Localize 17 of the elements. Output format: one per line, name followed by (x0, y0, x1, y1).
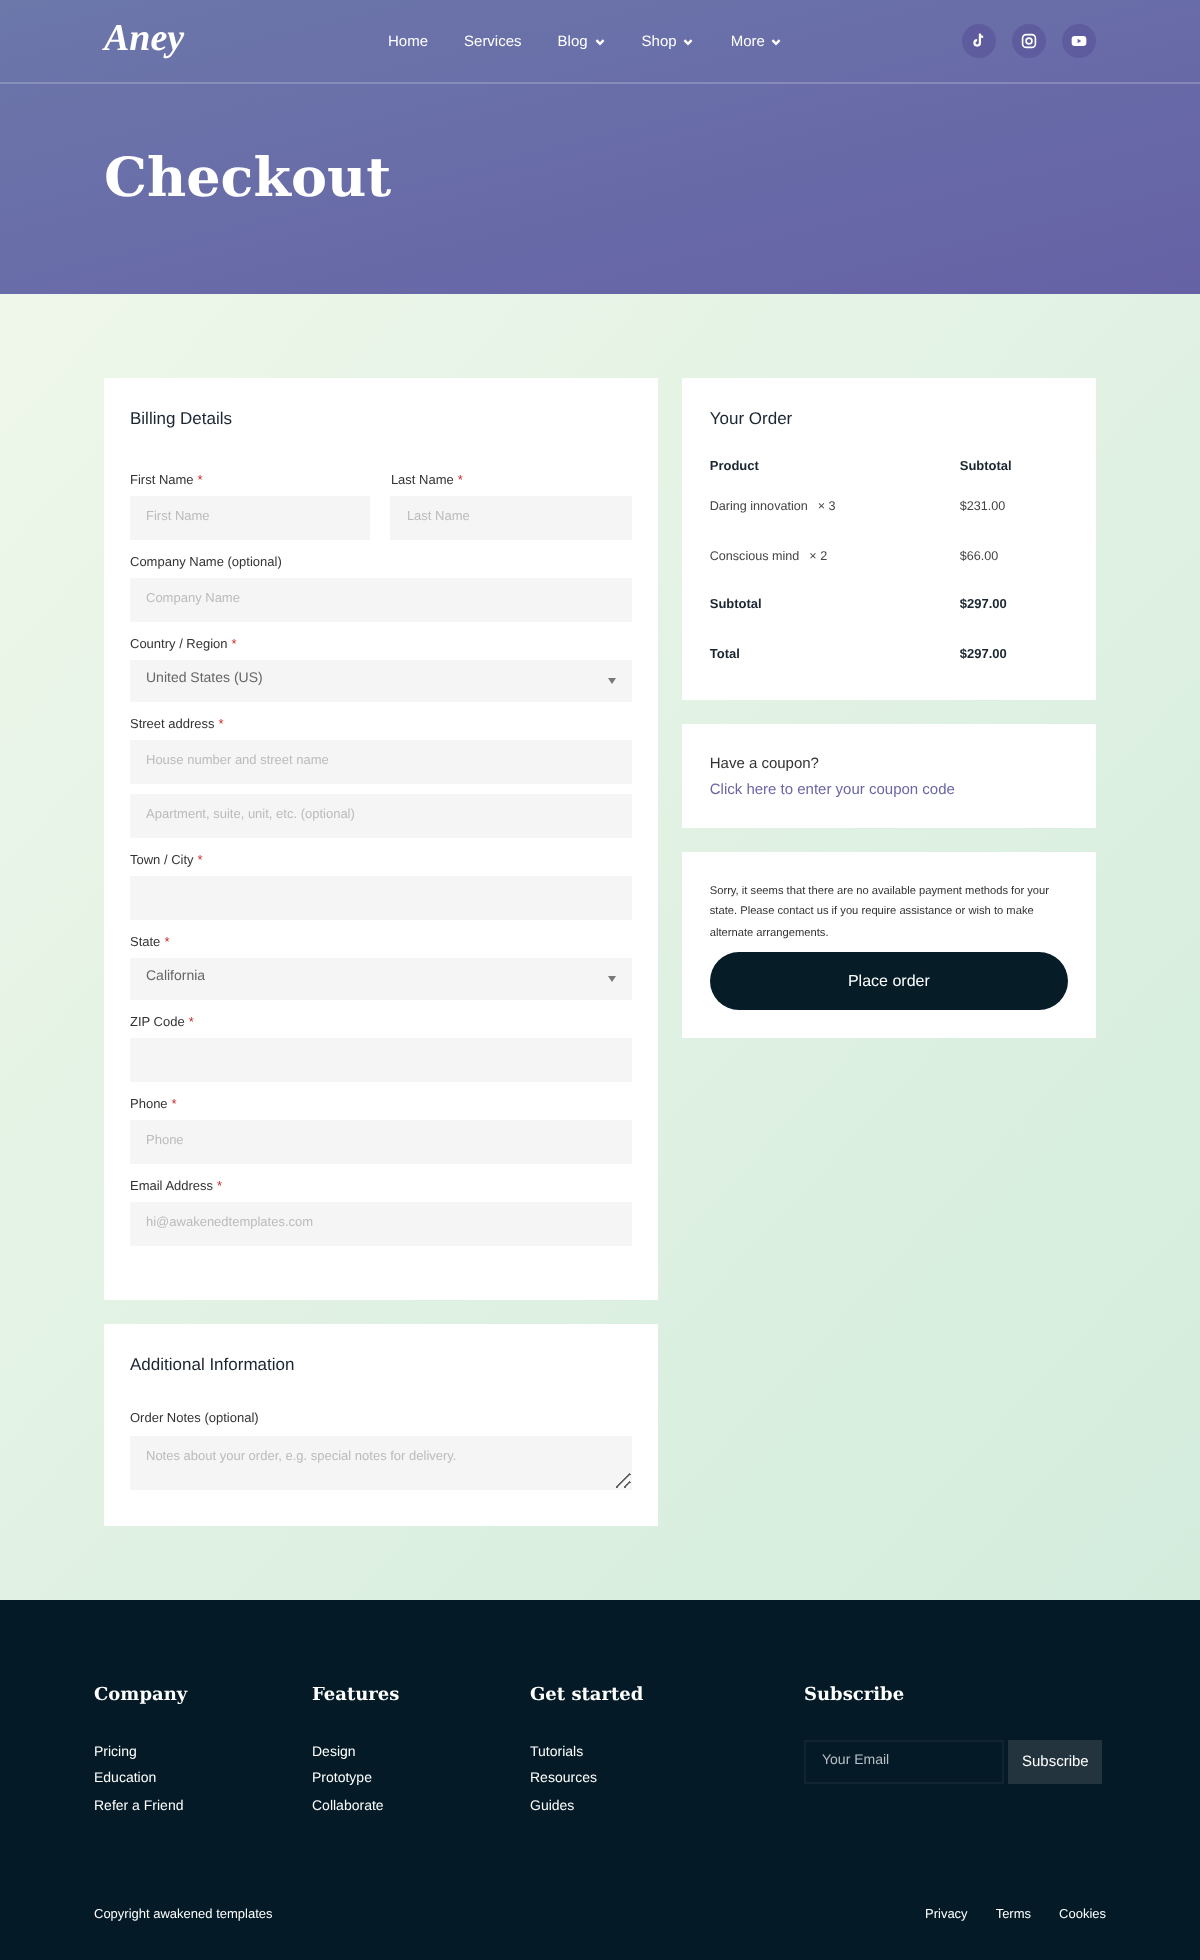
footer-heading: Features (312, 1684, 402, 1710)
footer-heading: Get started (530, 1684, 646, 1710)
caret-icon (607, 975, 616, 982)
social-link[interactable] (962, 24, 996, 58)
footer-heading: Subscribe (804, 1684, 907, 1710)
place-order-button[interactable]: Place order (709, 952, 1068, 1011)
instagram-icon (1018, 30, 1040, 52)
social-link[interactable] (1012, 24, 1046, 58)
page-title: Checkout (102, 152, 394, 206)
logo[interactable]: Aney (104, 12, 284, 70)
section-title: Additional Information (130, 1351, 297, 1377)
section-title: Your Order (709, 406, 795, 432)
section-title: Billing Details (130, 406, 235, 432)
youtube-icon (1068, 30, 1090, 52)
caret-icon (607, 677, 616, 684)
footer-heading: Company (94, 1684, 190, 1710)
social-link[interactable] (1062, 24, 1096, 58)
